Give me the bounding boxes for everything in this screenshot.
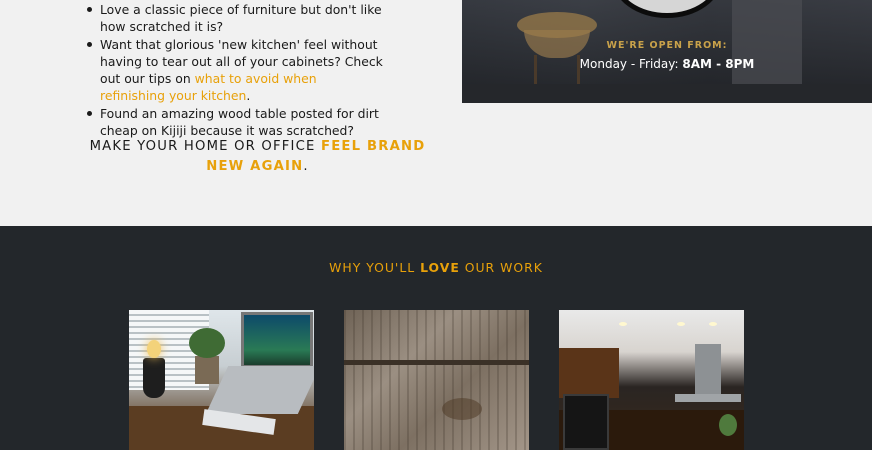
ceiling-light xyxy=(619,322,627,326)
hours-time: Monday - Friday: 8AM - 8PM xyxy=(462,57,872,71)
why-heading-bold: LOVE xyxy=(420,260,460,275)
work-photo-kitchen xyxy=(559,310,744,450)
hours-range: 8AM - 8PM xyxy=(682,57,755,71)
tagline-end: . xyxy=(303,159,309,174)
lamp-bulb xyxy=(147,340,161,358)
ceiling-light xyxy=(677,322,685,326)
wood-knot xyxy=(442,398,482,420)
upper-cabinets xyxy=(559,348,619,398)
plant-pot xyxy=(195,356,219,384)
room-photo-floor xyxy=(462,84,872,103)
wall-oven xyxy=(563,394,609,450)
laptop-base xyxy=(205,366,314,414)
wood-seam xyxy=(344,360,529,365)
list-item-text-end: . xyxy=(246,88,251,103)
why-section: WHY YOU'LL LOVE OUR WORK xyxy=(0,226,872,450)
list-item-text: Found an amazing wood table posted for d… xyxy=(100,106,379,138)
wood-grain xyxy=(344,310,529,450)
list-item-text: Love a classic piece of furniture but do… xyxy=(100,2,382,34)
hours-days: Monday - Friday: xyxy=(579,57,683,71)
tagline: MAKE YOUR HOME OR OFFICE FEEL BRAND NEW … xyxy=(84,137,431,177)
intro-copy: Love a classic piece of furniture but do… xyxy=(84,0,384,140)
list-item: Found an amazing wood table posted for d… xyxy=(84,105,384,139)
hours-banner: WE'RE OPEN FROM: Monday - Friday: 8AM - … xyxy=(462,0,872,103)
work-photo-office-desk xyxy=(129,310,314,450)
tagline-text: MAKE YOUR HOME OR OFFICE xyxy=(89,139,321,154)
why-heading: WHY YOU'LL LOVE OUR WORK xyxy=(0,260,872,275)
hours-label: WE'RE OPEN FROM: xyxy=(606,40,728,51)
range-hood-base xyxy=(675,394,741,402)
work-photo-scratched-wood xyxy=(344,310,529,450)
plant-leaves xyxy=(189,328,225,358)
room-photo-stool xyxy=(517,12,597,38)
laptop-screen xyxy=(241,312,313,368)
benefits-list: Love a classic piece of furniture but do… xyxy=(84,1,384,139)
why-heading-end: OUR WORK xyxy=(459,260,543,275)
list-item: Love a classic piece of furniture but do… xyxy=(84,1,384,35)
why-heading-text: WHY YOU'LL xyxy=(329,260,421,275)
list-item: Want that glorious 'new kitchen' feel wi… xyxy=(84,36,384,104)
range-hood xyxy=(695,344,721,396)
intro-section: Love a classic piece of furniture but do… xyxy=(0,0,872,226)
lamp-base xyxy=(143,358,165,398)
ceiling-light xyxy=(709,322,717,326)
kitchen-plant xyxy=(719,414,737,436)
